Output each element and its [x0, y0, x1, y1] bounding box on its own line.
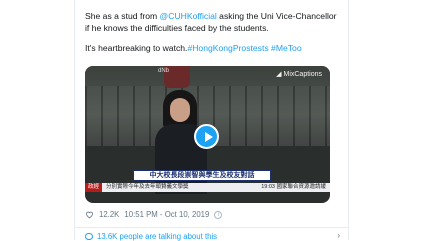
- tweet-card: She as a stud from @CUHKofficial asking …: [74, 0, 349, 241]
- tweet-paragraph-1: She as a stud from @CUHKofficial asking …: [85, 11, 343, 35]
- play-icon[interactable]: [194, 124, 219, 149]
- hashtag-link-2[interactable]: #MeToo: [271, 43, 302, 53]
- tweet-timestamp[interactable]: 10:51 PM - Oct 10, 2019: [124, 210, 209, 219]
- video-watermark: ◢ MixCaptions: [276, 70, 322, 79]
- watermark-text: MixCaptions: [283, 70, 322, 78]
- ticker-text: 分別實際今年及去年頒贊義文學獎: [106, 184, 189, 190]
- video-caption-banner: 中大校長段崇智與學生及校友對話: [133, 170, 271, 181]
- watermark-icon: ◢: [276, 71, 282, 78]
- tweet-text: She as a stud from @CUHKofficial asking …: [85, 11, 343, 54]
- chevron-right-icon[interactable]: ›: [337, 231, 340, 240]
- mention-link[interactable]: @CUHKofficial: [160, 11, 217, 21]
- heart-icon[interactable]: [85, 210, 94, 219]
- info-icon[interactable]: i: [214, 210, 223, 219]
- tweet-text-line2: It's heartbreaking to watch.: [85, 42, 188, 53]
- tweet-text-pre: She as a stud from: [85, 11, 160, 21]
- video-person-face: [170, 98, 190, 122]
- tweet-paragraph-2: It's heartbreaking to watch.#HongKongPro…: [85, 43, 343, 55]
- footer-divider: [75, 227, 348, 228]
- video-channel-logo: dNb: [158, 68, 170, 74]
- ticker-right-text: 19:03 國家聯合資源邀請緩: [261, 184, 326, 190]
- tweet-meta: 12.2K 10:51 PM - Oct 10, 2019 i: [85, 210, 223, 219]
- like-count[interactable]: 12.2K: [99, 210, 119, 219]
- comment-icon: [85, 233, 93, 240]
- ticker-tag: 政經: [85, 183, 103, 192]
- video-news-ticker: 政經 分別實際今年及去年頒贊義文學獎 19:03 國家聯合資源邀請緩: [85, 183, 330, 192]
- hashtag-link-1[interactable]: #HongKongProstests: [187, 43, 268, 53]
- video-player[interactable]: dNb ◢ MixCaptions 中大校長段崇智與學生及校友對話 政經 分別實際…: [85, 66, 330, 203]
